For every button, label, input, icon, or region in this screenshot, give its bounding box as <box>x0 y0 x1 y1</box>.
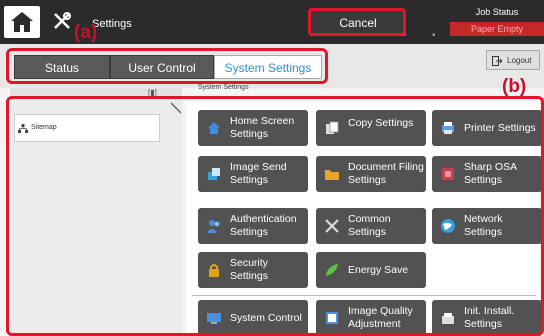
paper-status-badge: Paper Empty <box>450 22 544 36</box>
logout-label: Logout <box>507 56 532 65</box>
cancel-highlight <box>308 8 406 36</box>
home-button[interactable] <box>4 6 40 38</box>
page-title: Settings <box>92 18 132 30</box>
tools-icon <box>54 12 71 29</box>
content-highlight-b <box>6 96 544 336</box>
annotation-a-label: (a) <box>74 22 98 43</box>
annotation-b-label: (b) <box>502 76 527 97</box>
breadcrumb: System Settings <box>198 84 249 91</box>
logout-button[interactable]: Logout <box>486 50 540 70</box>
tabs-highlight-a <box>6 48 328 84</box>
job-status-button[interactable]: Job Status <box>450 5 544 19</box>
status-indicator: ▪ <box>432 30 436 41</box>
logout-icon <box>492 56 502 66</box>
home-icon <box>11 12 33 32</box>
